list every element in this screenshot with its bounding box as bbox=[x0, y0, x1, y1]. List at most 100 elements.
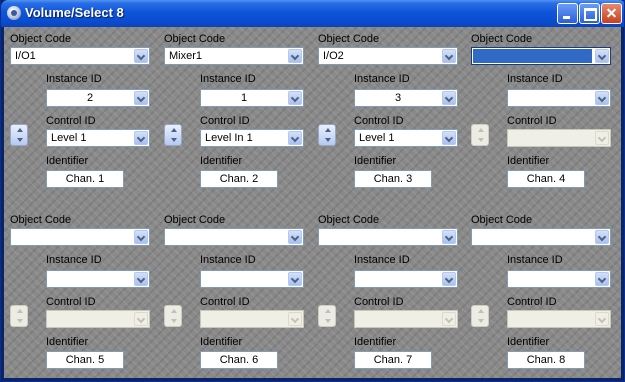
identifier-field-5[interactable]: Chan. 5 bbox=[46, 351, 124, 369]
control-id-select-2[interactable]: Level In 1 bbox=[200, 129, 304, 147]
instance-id-select-3[interactable]: 3 bbox=[354, 89, 458, 107]
instance-id-label: Instance ID bbox=[200, 254, 256, 266]
control-id-label: Control ID bbox=[354, 296, 404, 308]
identifier-field-6[interactable]: Chan. 6 bbox=[200, 351, 278, 369]
instance-id-select-5[interactable] bbox=[46, 270, 150, 288]
control-id-spinner-2[interactable] bbox=[164, 124, 182, 146]
object-code-select-5[interactable] bbox=[10, 228, 150, 246]
chevron-down-icon[interactable] bbox=[442, 312, 456, 326]
object-code-label: Object Code bbox=[318, 214, 380, 226]
object-code-select-1[interactable]: I/O1 bbox=[10, 47, 150, 65]
identifier-label: Identifier bbox=[200, 336, 243, 348]
chevron-down-icon[interactable] bbox=[288, 230, 302, 244]
close-button[interactable] bbox=[601, 3, 622, 24]
identifier-field-2[interactable]: Chan. 2 bbox=[200, 170, 278, 188]
chevron-down-icon[interactable] bbox=[288, 312, 302, 326]
control-id-label: Control ID bbox=[354, 115, 404, 127]
object-code-select-3[interactable]: I/O2 bbox=[318, 47, 458, 65]
instance-id-select-2[interactable]: 1 bbox=[200, 89, 304, 107]
chevron-down-icon[interactable] bbox=[134, 312, 148, 326]
instance-id-label: Instance ID bbox=[46, 254, 102, 266]
chevron-down-icon[interactable] bbox=[134, 91, 148, 105]
control-id-select-3-value: Level 1 bbox=[359, 132, 395, 144]
chevron-down-icon[interactable] bbox=[442, 49, 456, 63]
instance-id-select-7[interactable] bbox=[354, 270, 458, 288]
chevron-down-icon[interactable] bbox=[134, 230, 148, 244]
object-code-select-7[interactable] bbox=[318, 228, 458, 246]
control-id-label: Control ID bbox=[200, 115, 250, 127]
chevron-down-icon[interactable] bbox=[442, 131, 456, 145]
identifier-label: Identifier bbox=[354, 155, 397, 167]
object-code-select-8[interactable] bbox=[471, 228, 611, 246]
chevron-down-icon[interactable] bbox=[288, 272, 302, 286]
instance-id-select-8[interactable] bbox=[507, 270, 611, 288]
chevron-down-icon[interactable] bbox=[595, 49, 609, 63]
control-id-select-5[interactable] bbox=[46, 310, 150, 328]
object-code-label: Object Code bbox=[471, 33, 533, 45]
window-title: Volume/Select 8 bbox=[25, 5, 124, 20]
chevron-down-icon[interactable] bbox=[442, 230, 456, 244]
control-id-select-1[interactable]: Level 1 bbox=[46, 129, 150, 147]
chevron-down-icon[interactable] bbox=[134, 272, 148, 286]
identifier-field-8[interactable]: Chan. 8 bbox=[507, 351, 585, 369]
instance-id-select-1[interactable]: 2 bbox=[46, 89, 150, 107]
chevron-down-icon[interactable] bbox=[288, 91, 302, 105]
instance-id-select-2-value: 1 bbox=[240, 92, 248, 104]
identifier-field-3[interactable]: Chan. 3 bbox=[354, 170, 432, 188]
control-id-select-4[interactable] bbox=[507, 129, 611, 147]
control-id-label: Control ID bbox=[46, 115, 96, 127]
control-id-select-3[interactable]: Level 1 bbox=[354, 129, 458, 147]
chevron-down-icon[interactable] bbox=[595, 131, 609, 145]
control-id-spinner-3[interactable] bbox=[318, 124, 336, 146]
instance-id-label: Instance ID bbox=[354, 254, 410, 266]
object-code-select-4[interactable] bbox=[471, 47, 611, 65]
control-id-spinner-5[interactable] bbox=[10, 305, 28, 327]
chevron-down-icon[interactable] bbox=[288, 49, 302, 63]
control-id-select-6[interactable] bbox=[200, 310, 304, 328]
control-id-spinner-4[interactable] bbox=[471, 124, 489, 146]
identifier-field-7[interactable]: Chan. 7 bbox=[354, 351, 432, 369]
title-bar[interactable]: Volume/Select 8 bbox=[1, 0, 624, 27]
chevron-down-icon[interactable] bbox=[134, 49, 148, 63]
control-id-spinner-8[interactable] bbox=[471, 305, 489, 327]
control-id-spinner-6[interactable] bbox=[164, 305, 182, 327]
control-id-label: Control ID bbox=[46, 296, 96, 308]
identifier-label: Identifier bbox=[46, 155, 89, 167]
instance-id-select-1-value: 2 bbox=[86, 92, 94, 104]
control-id-select-7[interactable] bbox=[354, 310, 458, 328]
identifier-label: Identifier bbox=[354, 336, 397, 348]
chevron-down-icon[interactable] bbox=[595, 272, 609, 286]
chevron-down-icon[interactable] bbox=[442, 272, 456, 286]
object-code-label: Object Code bbox=[318, 33, 380, 45]
object-code-select-2-value: Mixer1 bbox=[169, 50, 203, 62]
object-code-select-1-value: I/O1 bbox=[15, 50, 36, 62]
object-code-select-2[interactable]: Mixer1 bbox=[164, 47, 304, 65]
identifier-label: Identifier bbox=[200, 155, 243, 167]
control-id-select-8[interactable] bbox=[507, 310, 611, 328]
object-code-select-6[interactable] bbox=[164, 228, 304, 246]
channel-grid: Object Code I/O1 Instance ID 2 Control ID Lev… bbox=[4, 27, 621, 378]
chevron-down-icon[interactable] bbox=[595, 230, 609, 244]
instance-id-select-6[interactable] bbox=[200, 270, 304, 288]
chevron-down-icon[interactable] bbox=[134, 131, 148, 145]
chevron-down-icon[interactable] bbox=[288, 131, 302, 145]
chevron-down-icon[interactable] bbox=[595, 91, 609, 105]
control-id-spinner-7[interactable] bbox=[318, 305, 336, 327]
identifier-field-1[interactable]: Chan. 1 bbox=[46, 170, 124, 188]
identifier-label: Identifier bbox=[507, 155, 550, 167]
identifier-label: Identifier bbox=[507, 336, 550, 348]
minimize-button[interactable] bbox=[557, 3, 578, 24]
identifier-field-4[interactable]: Chan. 4 bbox=[507, 170, 585, 188]
object-code-label: Object Code bbox=[164, 214, 226, 226]
chevron-down-icon[interactable] bbox=[595, 312, 609, 326]
chevron-down-icon[interactable] bbox=[442, 91, 456, 105]
instance-id-select-4[interactable] bbox=[507, 89, 611, 107]
maximize-button[interactable] bbox=[579, 3, 600, 24]
control-id-label: Control ID bbox=[507, 296, 557, 308]
instance-id-label: Instance ID bbox=[46, 73, 102, 85]
instance-id-label: Instance ID bbox=[507, 73, 563, 85]
object-code-label: Object Code bbox=[471, 214, 533, 226]
object-code-select-3-value: I/O2 bbox=[323, 50, 344, 62]
control-id-spinner-1[interactable] bbox=[10, 124, 28, 146]
object-code-label: Object Code bbox=[10, 33, 72, 45]
